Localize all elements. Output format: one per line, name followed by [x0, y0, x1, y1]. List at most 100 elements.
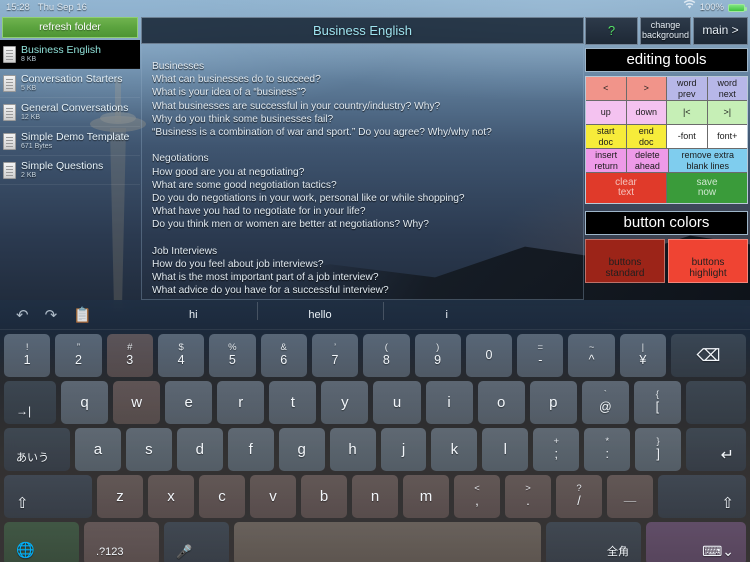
- tool-button-remove-extra-blank-lines[interactable]: remove extra blank lines: [668, 149, 747, 173]
- document-icon: [3, 161, 16, 179]
- key-][interactable]: }]: [635, 428, 682, 471]
- tool-button-[interactable]: |<: [667, 101, 708, 125]
- tool-button-end-doc[interactable]: end doc: [626, 125, 667, 149]
- button-colors-swatches: buttons standard buttons highlight: [585, 239, 748, 283]
- key-d[interactable]: d: [176, 428, 223, 471]
- tool-button-clear-text[interactable]: clear text: [586, 173, 667, 203]
- key-6[interactable]: & 6: [260, 334, 307, 377]
- suggestion-item[interactable]: i: [383, 301, 510, 321]
- key-space[interactable]: [234, 522, 541, 562]
- document-text[interactable]: Businesses What can businesses do to suc…: [152, 60, 583, 299]
- tool-button-insert-return[interactable]: insert return: [586, 149, 628, 173]
- key-w[interactable]: w: [113, 381, 161, 424]
- key-0[interactable]: 0: [465, 334, 513, 377]
- key-/[interactable]: ? /: [556, 475, 602, 518]
- tool-button-word-next[interactable]: word next: [707, 77, 747, 101]
- file-list-item[interactable]: Simple Questions 2 KB: [0, 156, 140, 185]
- key-z[interactable]: z: [97, 475, 143, 518]
- key--[interactable]: = -: [517, 334, 564, 377]
- key-f[interactable]: f: [227, 428, 274, 471]
- key-^[interactable]: ~ ^: [568, 334, 615, 377]
- battery-percent: 100%: [699, 2, 724, 13]
- tool-button-save-now[interactable]: save now: [667, 173, 747, 203]
- key-.[interactable]: >.: [505, 475, 551, 518]
- key-o[interactable]: o: [477, 381, 525, 424]
- tool-button-down[interactable]: down: [626, 101, 667, 125]
- change-background-button[interactable]: change background: [640, 17, 691, 45]
- key-h[interactable]: h: [329, 428, 376, 471]
- tool-button-[interactable]: >|: [707, 101, 747, 125]
- key-8[interactable]: (8: [363, 334, 410, 377]
- tool-button-delete-ahead[interactable]: delete ahead: [627, 149, 669, 173]
- undo-icon[interactable]: ↶: [16, 306, 29, 324]
- key-v[interactable]: v: [250, 475, 296, 518]
- file-list-item[interactable]: Conversation Starters 5 KB: [0, 69, 140, 98]
- key-,[interactable]: <,: [454, 475, 500, 518]
- key-s[interactable]: s: [125, 428, 172, 471]
- color-swatch[interactable]: buttons highlight: [668, 239, 748, 283]
- key-shift-left[interactable]: ⇧: [4, 475, 92, 518]
- key-k[interactable]: k: [431, 428, 478, 471]
- key-enter-top[interactable]: [685, 381, 746, 424]
- color-swatch[interactable]: buttons standard: [585, 239, 665, 283]
- file-list-item[interactable]: General Conversations 12 KB: [0, 98, 140, 127]
- key-r[interactable]: r: [217, 381, 265, 424]
- tool-button-up[interactable]: up: [586, 101, 627, 125]
- tool-button-font[interactable]: -font: [667, 125, 708, 149]
- key-y[interactable]: y: [321, 381, 369, 424]
- tool-button-word-prev[interactable]: word prev: [667, 77, 708, 101]
- key-;[interactable]: +;: [533, 428, 580, 471]
- main-menu-button[interactable]: main >: [693, 17, 748, 45]
- key-4[interactable]: $4: [157, 334, 205, 377]
- suggestion-item[interactable]: hi: [130, 309, 257, 321]
- key-t[interactable]: t: [269, 381, 317, 424]
- key-a[interactable]: a: [75, 428, 121, 471]
- file-list-item[interactable]: Simple Demo Template 671 Bytes: [0, 127, 140, 156]
- document-editor[interactable]: Businesses What can businesses do to suc…: [141, 46, 584, 300]
- key-u[interactable]: u: [373, 381, 421, 424]
- help-button[interactable]: ?: [585, 17, 638, 45]
- key-b[interactable]: b: [301, 475, 347, 518]
- key-2[interactable]: ” 2: [55, 334, 102, 377]
- key-enter[interactable]: ↵: [686, 428, 747, 471]
- key-hide-keyboard[interactable]: ⌨⌄: [646, 522, 746, 562]
- key-9[interactable]: ) 9: [414, 334, 461, 377]
- key-p[interactable]: p: [529, 381, 577, 424]
- redo-icon[interactable]: ↷: [45, 306, 58, 324]
- key-j[interactable]: j: [380, 428, 427, 471]
- refresh-folder-button[interactable]: refresh folder: [2, 17, 138, 38]
- key-n[interactable]: n: [352, 475, 398, 518]
- suggestion-item[interactable]: hello: [256, 301, 384, 321]
- key-x[interactable]: x: [148, 475, 194, 518]
- key-¥[interactable]: | ¥: [619, 334, 667, 377]
- key-numeric-switch[interactable]: .?123: [84, 522, 159, 562]
- key-e[interactable]: e: [165, 381, 213, 424]
- key-kana[interactable]: あいう: [4, 428, 70, 471]
- key-q[interactable]: q: [61, 381, 109, 424]
- key-:[interactable]: *:: [584, 428, 631, 471]
- key-c[interactable]: c: [199, 475, 245, 518]
- key-microphone[interactable]: 🎤: [164, 522, 229, 562]
- key-underscore[interactable]: ＿: [607, 475, 653, 518]
- key-m[interactable]: m: [403, 475, 449, 518]
- key-7[interactable]: ’ 7: [311, 334, 359, 377]
- key-l[interactable]: l: [482, 428, 529, 471]
- key-backspace[interactable]: ⌫: [671, 334, 747, 377]
- key-tab[interactable]: →|: [4, 381, 56, 424]
- tool-button-[interactable]: >: [626, 77, 667, 101]
- key-i[interactable]: i: [425, 381, 473, 424]
- file-list-item[interactable]: Business English 8 KB: [0, 40, 140, 69]
- tool-button-start-doc[interactable]: start doc: [586, 125, 627, 149]
- key-5[interactable]: % 5: [209, 334, 256, 377]
- clipboard-icon[interactable]: 📋: [73, 306, 92, 324]
- tool-button-[interactable]: <: [586, 77, 627, 101]
- key-1[interactable]: ! 1: [4, 334, 51, 377]
- key-@[interactable]: ` @: [581, 381, 629, 424]
- key-[[interactable]: {[: [633, 381, 681, 424]
- key-zenkaku[interactable]: 全角: [546, 522, 641, 562]
- key-globe[interactable]: 🌐: [4, 522, 79, 562]
- key-3[interactable]: #3: [106, 334, 153, 377]
- tool-button-font[interactable]: font+: [707, 125, 747, 149]
- key-shift-right[interactable]: ⇧: [658, 475, 746, 518]
- key-g[interactable]: g: [278, 428, 325, 471]
